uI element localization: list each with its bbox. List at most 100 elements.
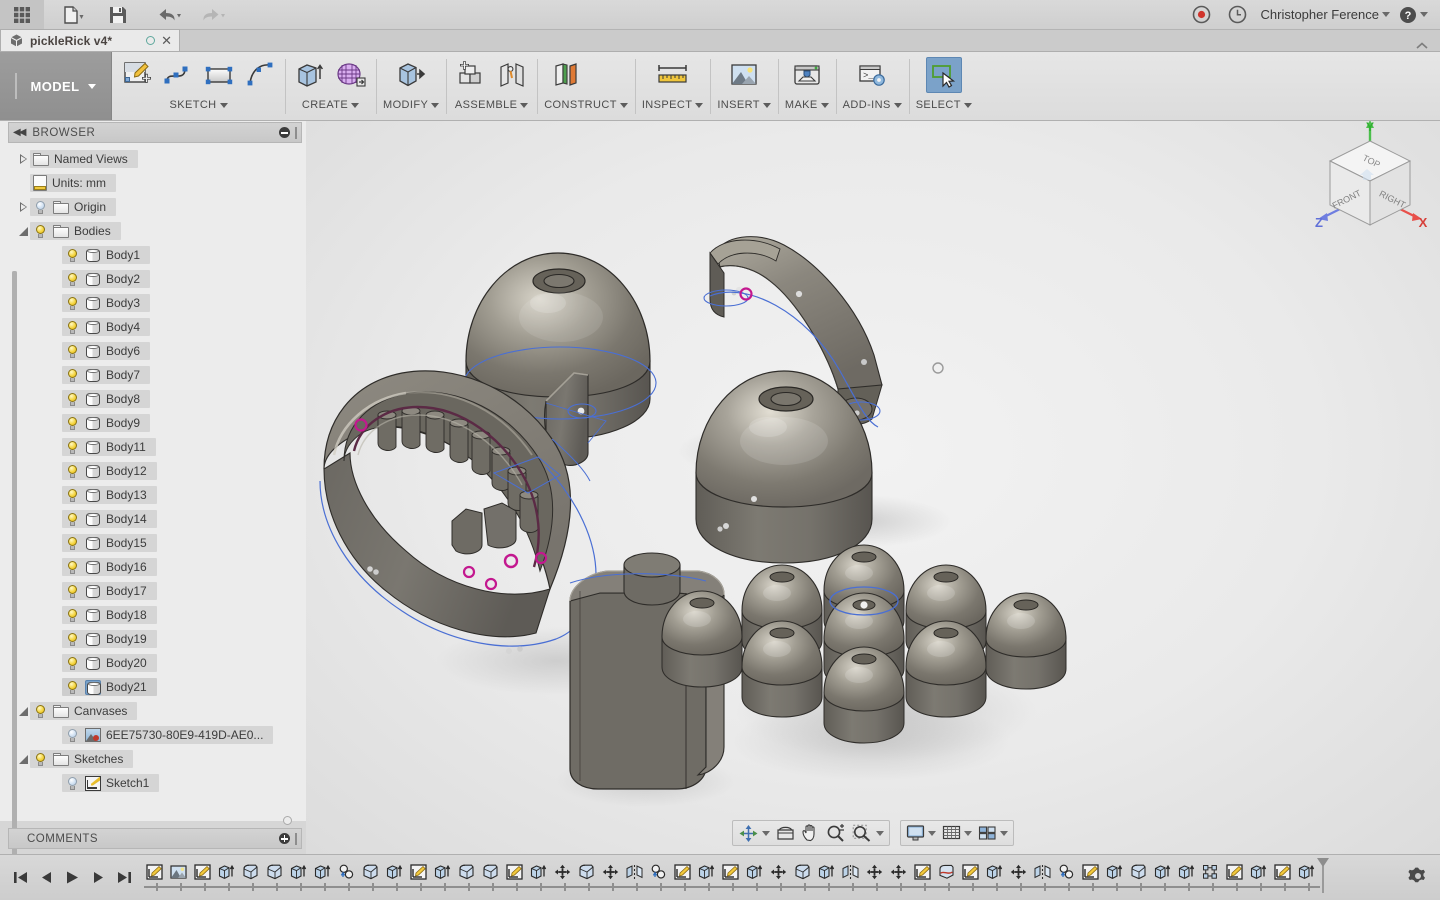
go-to-beginning-icon[interactable] — [8, 865, 32, 891]
3d-print-icon[interactable] — [789, 57, 825, 93]
extrude-feature[interactable] — [742, 859, 766, 885]
move-feature[interactable] — [862, 859, 886, 885]
comments-grip[interactable] — [295, 833, 297, 845]
browser-item-sketch1[interactable]: Sketch1 — [0, 771, 306, 795]
joint-icon[interactable] — [494, 57, 530, 93]
grid-snaps-icon[interactable] — [939, 822, 975, 844]
extrude-feature[interactable] — [526, 859, 550, 885]
browser-item-pill[interactable]: Body13 — [62, 486, 157, 504]
browser-item-pill[interactable]: Body18 — [62, 606, 157, 624]
comments-header[interactable]: COMMENTS — [8, 828, 302, 849]
browser-item-pill[interactable]: Body7 — [62, 366, 150, 384]
fillet-feature[interactable] — [1126, 859, 1150, 885]
minimize-browser-icon[interactable] — [279, 127, 290, 138]
extrude-feature[interactable] — [310, 859, 334, 885]
fillet-feature[interactable] — [574, 859, 598, 885]
timeline-features[interactable] — [142, 855, 1440, 900]
browser-item-body3[interactable]: Body3 — [0, 291, 306, 315]
browser-item-bodies[interactable]: Bodies — [0, 219, 306, 243]
browser-tree[interactable]: Named ViewsUnits: mmOriginBodiesBody1Bod… — [0, 147, 306, 821]
collapse-arrow-icon[interactable] — [16, 227, 30, 236]
visibility-bulb-icon[interactable] — [65, 536, 80, 551]
pattern-feature[interactable] — [1198, 859, 1222, 885]
ribbon-group-label-select[interactable]: SELECT — [916, 99, 972, 111]
browser-item-pill[interactable]: Body15 — [62, 534, 157, 552]
move-feature[interactable] — [1006, 859, 1030, 885]
visibility-bulb-icon[interactable] — [65, 560, 80, 575]
browser-item-named-views[interactable]: Named Views — [0, 147, 306, 171]
browser-item-canvases[interactable]: Canvases — [0, 699, 306, 723]
expand-arrow-icon[interactable] — [16, 202, 30, 212]
browser-item-pill[interactable]: Body21 — [62, 678, 157, 696]
browser-item-body17[interactable]: Body17 — [0, 579, 306, 603]
workspace-switcher-model[interactable]: MODEL — [0, 52, 112, 120]
combine-feature[interactable] — [334, 859, 358, 885]
browser-item-pill[interactable]: Units: mm — [30, 174, 116, 192]
browser-item-pill[interactable]: Body3 — [62, 294, 150, 312]
zoom-icon[interactable] — [823, 822, 849, 844]
go-to-end-icon[interactable] — [112, 865, 136, 891]
arc-icon[interactable] — [242, 57, 278, 93]
browser-item-body20[interactable]: Body20 — [0, 651, 306, 675]
fillet-feature[interactable] — [358, 859, 382, 885]
extrude-icon[interactable] — [292, 57, 328, 93]
sketch-feature[interactable] — [670, 859, 694, 885]
browser-item-body19[interactable]: Body19 — [0, 627, 306, 651]
extrude-feature[interactable] — [982, 859, 1006, 885]
play-icon[interactable] — [60, 865, 84, 891]
visibility-bulb-icon[interactable] — [65, 608, 80, 623]
fillet-feature[interactable] — [478, 859, 502, 885]
extrude-feature[interactable] — [382, 859, 406, 885]
browser-item-units[interactable]: Units: mm — [0, 171, 306, 195]
browser-item-body8[interactable]: Body8 — [0, 387, 306, 411]
visibility-bulb-icon[interactable] — [65, 680, 80, 695]
ribbon-group-label-make[interactable]: MAKE — [785, 99, 829, 111]
plane-at-angle-icon[interactable] — [589, 57, 625, 93]
browser-item-pill[interactable]: Body4 — [62, 318, 150, 336]
close-tab-icon[interactable]: ✕ — [161, 34, 172, 47]
document-tab[interactable]: pickleRick v4* ✕ — [0, 29, 180, 51]
visibility-bulb-icon[interactable] — [65, 440, 80, 455]
redo-icon[interactable] — [192, 0, 236, 30]
create-sketch-icon[interactable] — [119, 57, 155, 93]
scripts-addins-icon[interactable]: >_ — [854, 57, 890, 93]
offset-plane-icon[interactable] — [548, 57, 584, 93]
browser-item-pill[interactable]: Body6 — [62, 342, 150, 360]
step-back-icon[interactable] — [34, 865, 58, 891]
browser-grip[interactable] — [295, 127, 297, 139]
extrude-feature[interactable] — [1174, 859, 1198, 885]
new-file-icon[interactable] — [52, 0, 96, 30]
sketch-feature[interactable] — [958, 859, 982, 885]
browser-item-pill[interactable]: 6EE75730-80E9-419D-AE0... — [62, 726, 273, 744]
browser-item-body16[interactable]: Body16 — [0, 555, 306, 579]
cad-model[interactable] — [306, 121, 1440, 854]
step-forward-icon[interactable] — [86, 865, 110, 891]
ribbon-group-label-sketch[interactable]: SKETCH — [169, 99, 227, 111]
browser-item-body1[interactable]: Body1 — [0, 243, 306, 267]
extrude-feature[interactable] — [1150, 859, 1174, 885]
move-feature[interactable] — [766, 859, 790, 885]
browser-item-canvas-image[interactable]: 6EE75730-80E9-419D-AE0... — [0, 723, 306, 747]
browser-item-pill[interactable]: Body17 — [62, 582, 157, 600]
browser-item-pill[interactable]: Body19 — [62, 630, 157, 648]
sketch-feature[interactable] — [910, 859, 934, 885]
ribbon-group-label-addins[interactable]: ADD-INS — [843, 99, 902, 111]
look-at-icon[interactable] — [773, 822, 798, 844]
extrude-feature[interactable] — [430, 859, 454, 885]
visibility-bulb-icon[interactable] — [65, 728, 80, 743]
collapse-arrow-icon[interactable] — [16, 707, 30, 716]
add-comment-icon[interactable] — [279, 833, 290, 844]
create-form-icon[interactable] — [333, 57, 369, 93]
browser-item-body9[interactable]: Body9 — [0, 411, 306, 435]
sketch-feature[interactable] — [502, 859, 526, 885]
fillet-feature[interactable] — [454, 859, 478, 885]
browser-item-body14[interactable]: Body14 — [0, 507, 306, 531]
ribbon-group-label-insert[interactable]: INSERT — [717, 99, 771, 111]
visibility-bulb-icon[interactable] — [33, 224, 48, 239]
visibility-bulb-icon[interactable] — [65, 320, 80, 335]
extrude-feature[interactable] — [214, 859, 238, 885]
visibility-bulb-icon[interactable] — [65, 416, 80, 431]
visibility-bulb-icon[interactable] — [65, 512, 80, 527]
press-pull-icon[interactable] — [393, 57, 429, 93]
move-feature[interactable] — [598, 859, 622, 885]
